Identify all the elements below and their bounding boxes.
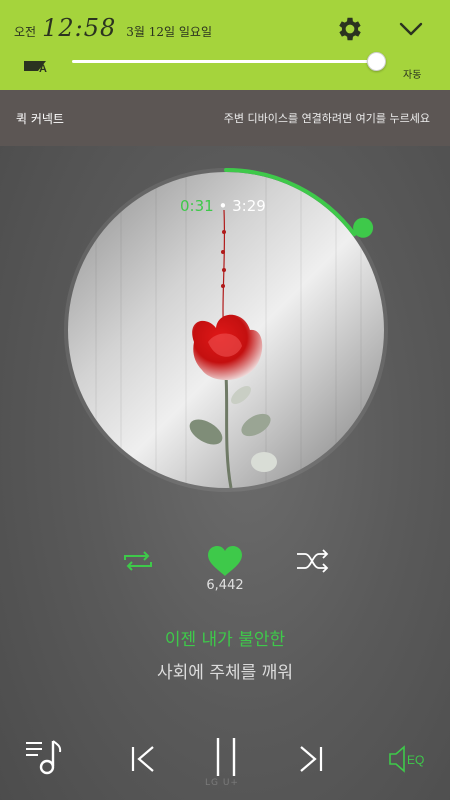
- like-count: 6,442: [206, 578, 244, 593]
- ampm-label: 오전: [14, 25, 37, 39]
- brightness-slider[interactable]: [72, 60, 378, 63]
- lyric-current[interactable]: 이젠 내가 불안한: [0, 625, 450, 650]
- album-art-dial[interactable]: [64, 167, 388, 492]
- quick-connect-title: 퀵 커넥트: [16, 112, 64, 126]
- heart-icon[interactable]: [206, 545, 244, 577]
- next-icon[interactable]: [296, 744, 326, 774]
- clock: 12:58: [42, 14, 117, 42]
- gear-icon[interactable]: [335, 14, 365, 44]
- time-readout: 0:31 • 3:29: [180, 197, 266, 215]
- notification-panel: 오전 12:58 3월 12일 일요일 A 자동: [0, 0, 450, 90]
- quick-connect-bar[interactable]: 퀵 커넥트 주변 디바이스를 연결하려면 여기를 누르세요: [0, 90, 450, 146]
- eq-icon[interactable]: EQ: [388, 744, 430, 774]
- auto-brightness-label[interactable]: 자동: [403, 66, 421, 81]
- lyric-next[interactable]: 사회에 주체를 깨워: [0, 658, 450, 683]
- auto-brightness-icon[interactable]: A: [22, 58, 52, 74]
- carrier-label: LG U+: [205, 778, 239, 788]
- current-time: 0:31: [180, 197, 214, 215]
- pause-icon[interactable]: [212, 736, 240, 778]
- playlist-icon[interactable]: [24, 738, 64, 776]
- chevron-down-icon[interactable]: [398, 18, 424, 40]
- time-separator: •: [218, 197, 228, 215]
- eq-label: EQ: [407, 753, 424, 767]
- repeat-icon[interactable]: [120, 548, 156, 574]
- svg-text:A: A: [39, 63, 47, 74]
- total-time: 3:29: [232, 197, 266, 215]
- progress-handle[interactable]: [353, 217, 374, 238]
- previous-icon[interactable]: [128, 744, 158, 774]
- brightness-slider-thumb[interactable]: [367, 52, 386, 71]
- quick-connect-hint: 주변 디바이스를 연결하려면 여기를 누르세요: [223, 112, 430, 125]
- shuffle-icon[interactable]: [295, 548, 331, 574]
- status-time-row: 오전 12:58 3월 12일 일요일: [14, 14, 212, 42]
- date-label: 3월 12일 일요일: [126, 25, 212, 39]
